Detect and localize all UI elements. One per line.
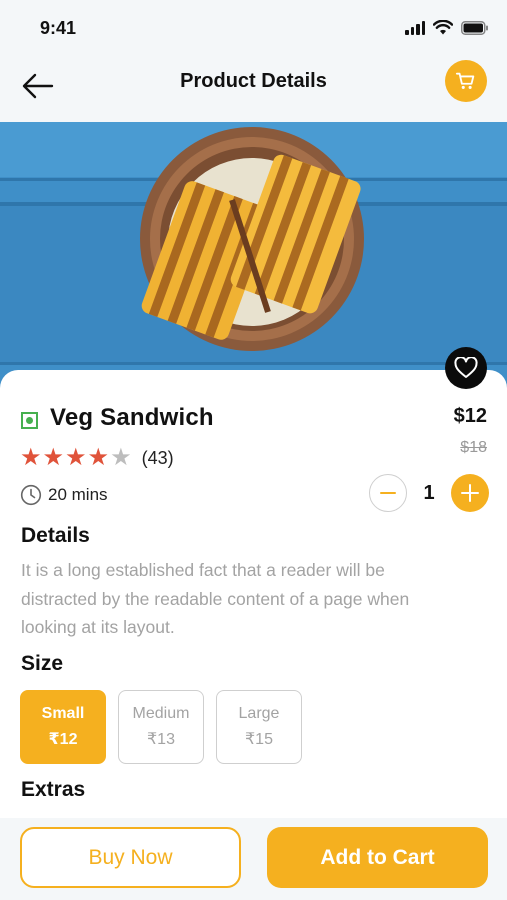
battery-icon [461,20,488,35]
product-price: $12 [453,405,487,427]
size-label: Medium [132,705,190,722]
increase-quantity-button[interactable] [451,474,489,512]
quantity-value: 1 [423,481,435,504]
prep-time-text: 20 mins [48,485,108,504]
buy-now-button[interactable]: Buy Now [20,827,241,888]
status-icons [405,20,489,35]
review-count: (43) [141,447,174,468]
status-time: 9:41 [40,18,77,38]
plus-icon [461,484,479,502]
size-price: ₹13 [147,731,175,748]
size-options: Small ₹12 Medium ₹13 Large ₹15 [20,690,302,764]
favorite-button[interactable] [445,347,487,389]
decrease-quantity-button[interactable] [369,474,407,512]
size-label: Large [238,705,280,722]
star-icon: ★ [20,444,42,471]
sandwich-photo [0,122,507,394]
minus-icon [380,492,396,494]
cart-button[interactable] [445,60,487,102]
size-heading: Size [21,652,64,675]
details-heading: Details [21,524,90,547]
product-image [0,122,507,394]
extras-heading: Extras [21,778,86,801]
original-price: $18 [460,439,487,456]
rating: ★ ★ ★ ★ ★ (43) [20,446,174,470]
page-title: Product Details [180,70,327,92]
star-icon: ★ [87,444,110,471]
clock-icon [20,484,42,506]
size-option-small[interactable]: Small ₹12 [20,690,106,764]
veg-icon [21,412,38,429]
quantity-stepper: 1 [369,474,489,512]
size-price: ₹12 [48,731,78,748]
header: Product Details [0,60,507,122]
rating-stars: ★ ★ ★ ★ ★ [20,446,132,470]
size-option-large[interactable]: Large ₹15 [216,690,302,764]
heart-icon [454,357,478,378]
star-icon: ★ [65,444,87,471]
star-icon: ★ [110,444,132,471]
size-price: ₹15 [245,731,273,748]
product-name: Veg Sandwich [50,404,214,431]
cart-icon [455,72,475,89]
signal-icon [405,20,425,35]
prep-time: 20 mins [20,484,108,506]
status-bar: 9:41 [0,0,507,60]
wifi-icon [433,20,453,35]
add-to-cart-button[interactable]: Add to Cart [267,827,488,888]
size-label: Small [41,705,85,722]
size-option-medium[interactable]: Medium ₹13 [118,690,204,764]
star-icon: ★ [42,444,65,471]
details-text: It is a long established fact that a rea… [21,560,410,637]
